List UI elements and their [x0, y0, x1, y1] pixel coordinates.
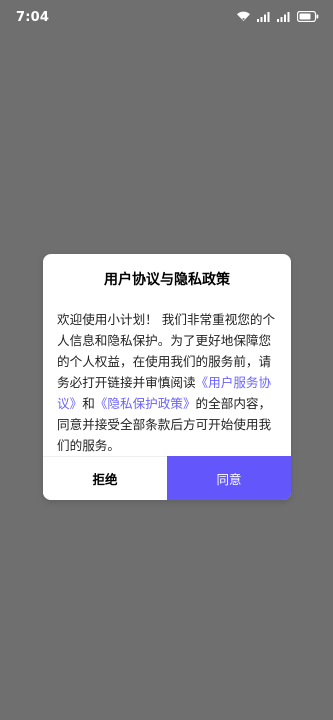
status-icons — [236, 10, 319, 22]
dialog-body: 欢迎使用小计划！ 我们非常重视您的个人信息和隐私保护。为了更好地保障您的个人权益… — [57, 309, 279, 456]
privacy-policy-link[interactable]: 《隐私保护政策》 — [95, 396, 196, 411]
agree-button[interactable]: 同意 — [167, 456, 291, 500]
status-time: 7:04 — [16, 10, 50, 25]
battery-icon — [297, 10, 319, 22]
signal-icon — [277, 11, 291, 22]
dialog-buttons: 拒绝 同意 — [43, 456, 291, 500]
and-text: 和 — [82, 396, 95, 411]
status-bar: 7:04 — [0, 0, 333, 36]
signal-icon — [257, 11, 271, 22]
reject-button[interactable]: 拒绝 — [43, 456, 167, 500]
dialog-title: 用户协议与隐私政策 — [104, 272, 230, 288]
wifi-icon — [236, 10, 251, 22]
privacy-dialog: 用户协议与隐私政策 欢迎使用小计划！ 我们非常重视您的个人信息和隐私保护。为了更… — [43, 254, 291, 500]
